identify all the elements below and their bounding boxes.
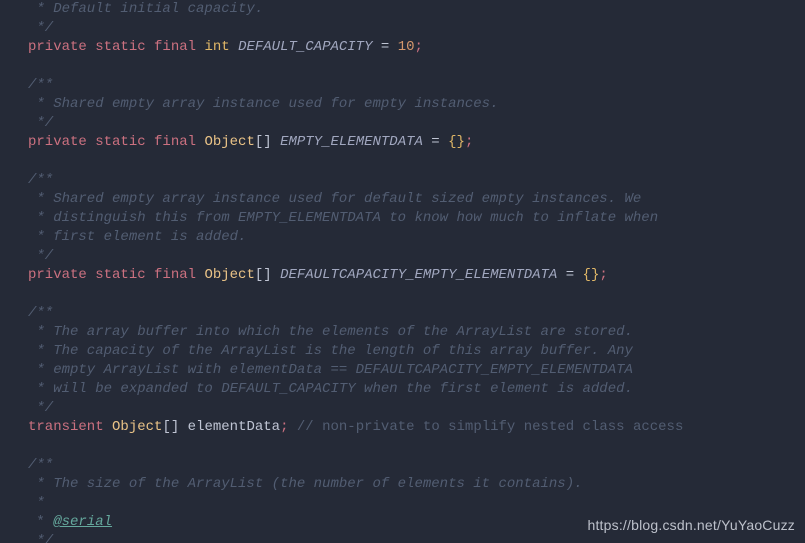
code-line: /**: [28, 171, 805, 190]
comment-text: * first element is added.: [28, 229, 246, 245]
comment-end: */: [28, 20, 53, 36]
array-brackets: []: [162, 419, 187, 435]
comment-star: *: [28, 514, 53, 530]
type-object: Object: [204, 134, 254, 150]
type-object: Object: [204, 267, 254, 283]
code-line: * Default initial capacity.: [28, 0, 805, 19]
field-name: elementData: [188, 419, 280, 435]
comment-text: * The size of the ArrayList (the number …: [28, 476, 583, 492]
semicolon: ;: [599, 267, 607, 283]
assign: =: [372, 39, 397, 55]
semicolon: ;: [415, 39, 423, 55]
code-line: * distinguish this from EMPTY_ELEMENTDAT…: [28, 209, 805, 228]
assign: =: [423, 134, 448, 150]
assign: =: [557, 267, 582, 283]
code-line: * will be expanded to DEFAULT_CAPACITY w…: [28, 380, 805, 399]
comment-text: * distinguish this from EMPTY_ELEMENTDAT…: [28, 210, 658, 226]
type-object: Object: [112, 419, 162, 435]
array-brackets: []: [255, 134, 280, 150]
number-literal: 10: [398, 39, 415, 55]
code-line: /**: [28, 76, 805, 95]
comment-text: *: [28, 495, 45, 511]
code-line: /**: [28, 304, 805, 323]
const-name: DEFAULT_CAPACITY: [238, 39, 372, 55]
comment-end: */: [28, 533, 53, 543]
semicolon: ;: [280, 419, 288, 435]
code-line: * empty ArrayList with elementData == DE…: [28, 361, 805, 380]
code-line: private static final Object[] DEFAULTCAP…: [28, 266, 805, 285]
comment-end: */: [28, 400, 53, 416]
code-line: /**: [28, 456, 805, 475]
javadoc-tag-serial: @serial: [53, 514, 112, 530]
blank-line: [28, 437, 805, 456]
javadoc-start: /**: [28, 172, 53, 188]
comment-text: * empty ArrayList with elementData == DE…: [28, 362, 633, 378]
const-name: DEFAULTCAPACITY_EMPTY_ELEMENTDATA: [280, 267, 557, 283]
code-line: private static final Object[] EMPTY_ELEM…: [28, 133, 805, 152]
javadoc-start: /**: [28, 77, 53, 93]
blank-line: [28, 152, 805, 171]
code-line: transient Object[] elementData; // non-p…: [28, 418, 805, 437]
code-line: */: [28, 399, 805, 418]
keywords: private static final: [28, 267, 196, 283]
code-line: */: [28, 19, 805, 38]
semicolon: ;: [465, 134, 473, 150]
code-line: * The array buffer into which the elemen…: [28, 323, 805, 342]
keywords: private static final: [28, 134, 196, 150]
comment-text: * The array buffer into which the elemen…: [28, 324, 633, 340]
code-line: * The size of the ArrayList (the number …: [28, 475, 805, 494]
code-line: *: [28, 494, 805, 513]
code-line-highlighted: * first element is added.: [28, 228, 805, 247]
array-brackets: []: [255, 267, 280, 283]
comment-text: * Default initial capacity.: [28, 1, 263, 17]
comment-text: * The capacity of the ArrayList is the l…: [28, 343, 633, 359]
comment-end: */: [28, 248, 53, 264]
blank-line: [28, 57, 805, 76]
keyword-transient: transient: [28, 419, 104, 435]
comment-text: * will be expanded to DEFAULT_CAPACITY w…: [28, 381, 633, 397]
comment-text: * Shared empty array instance used for d…: [28, 191, 641, 207]
line-comment: // non-private to simplify nested class …: [289, 419, 684, 435]
type-int: int: [204, 39, 229, 55]
const-name: EMPTY_ELEMENTDATA: [280, 134, 423, 150]
javadoc-start: /**: [28, 305, 53, 321]
code-line: * The capacity of the ArrayList is the l…: [28, 342, 805, 361]
blank-line: [28, 285, 805, 304]
comment-text: * Shared empty array instance used for e…: [28, 96, 498, 112]
javadoc-start: /**: [28, 457, 53, 473]
empty-braces: {}: [583, 267, 600, 283]
code-line: * Shared empty array instance used for d…: [28, 190, 805, 209]
watermark-text: https://blog.csdn.net/YuYaoCuzz: [587, 516, 795, 535]
keywords: private static final: [28, 39, 196, 55]
code-line: */: [28, 114, 805, 133]
empty-braces: {}: [448, 134, 465, 150]
code-line: * Shared empty array instance used for e…: [28, 95, 805, 114]
code-line: */: [28, 247, 805, 266]
code-editor: * Default initial capacity. */ private s…: [0, 0, 805, 543]
code-line: private static final int DEFAULT_CAPACIT…: [28, 38, 805, 57]
comment-end: */: [28, 115, 53, 131]
